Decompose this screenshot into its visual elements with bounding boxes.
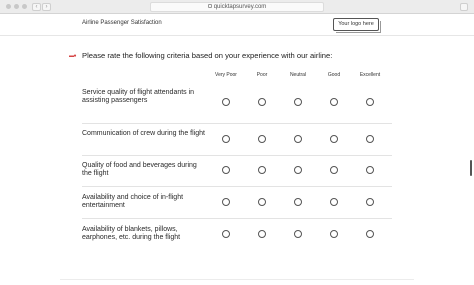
- radio-amenities-excellent[interactable]: [366, 230, 374, 238]
- row-label-attendant-service: Service quality of flight attendants in …: [82, 89, 195, 105]
- browser-toolbar: ‹ › quicktapsurvey.com: [0, 0, 474, 14]
- radio-amenities-poor[interactable]: [258, 230, 266, 238]
- radio-food-quality-poor[interactable]: [258, 166, 266, 174]
- radio-attendant-service-very-poor[interactable]: [222, 98, 230, 106]
- url-text: quicktapsurvey.com: [213, 4, 267, 10]
- column-header-very-poor: Very Poor: [215, 72, 237, 78]
- question-text: Please rate the following criteria based…: [82, 51, 333, 60]
- radio-entertainment-neutral[interactable]: [294, 198, 302, 206]
- radio-crew-communication-neutral[interactable]: [294, 135, 302, 143]
- scrollbar-thumb[interactable]: [470, 160, 472, 176]
- survey-header: Airline Passenger Satisfaction Your logo…: [0, 14, 474, 36]
- question-marker-icon: ▬●: [69, 53, 77, 59]
- column-header-neutral: Neutral: [289, 72, 307, 78]
- radio-attendant-service-poor[interactable]: [258, 98, 266, 106]
- column-header-good: Good: [327, 72, 341, 78]
- address-bar[interactable]: quicktapsurvey.com: [150, 2, 324, 12]
- radio-crew-communication-good[interactable]: [330, 135, 338, 143]
- lock-icon: [207, 4, 212, 9]
- column-header-poor: Poor: [256, 72, 268, 78]
- zoom-window-button[interactable]: [22, 4, 27, 9]
- radio-food-quality-good[interactable]: [330, 166, 338, 174]
- forward-button[interactable]: ›: [42, 3, 51, 11]
- radio-amenities-very-poor[interactable]: [222, 230, 230, 238]
- row-divider: [82, 123, 392, 124]
- radio-food-quality-very-poor[interactable]: [222, 166, 230, 174]
- radio-food-quality-excellent[interactable]: [366, 166, 374, 174]
- radio-food-quality-neutral[interactable]: [294, 166, 302, 174]
- row-label-amenities: Availability of blankets, pillows, earph…: [82, 226, 181, 242]
- minimize-window-button[interactable]: [14, 4, 19, 9]
- back-button[interactable]: ‹: [32, 3, 41, 11]
- row-label-entertainment: Availability and choice of in-flight ent…: [82, 194, 184, 210]
- radio-crew-communication-poor[interactable]: [258, 135, 266, 143]
- row-divider: [82, 155, 392, 156]
- radio-amenities-neutral[interactable]: [294, 230, 302, 238]
- radio-entertainment-good[interactable]: [330, 198, 338, 206]
- footer-divider: [60, 279, 414, 280]
- radio-entertainment-very-poor[interactable]: [222, 198, 230, 206]
- close-window-button[interactable]: [6, 4, 11, 9]
- radio-entertainment-poor[interactable]: [258, 198, 266, 206]
- row-label-food-quality: Quality of food and beverages during the…: [82, 162, 197, 178]
- radio-attendant-service-neutral[interactable]: [294, 98, 302, 106]
- logo-placeholder: Your logo here: [333, 18, 381, 33]
- column-header-excellent: Excellent: [359, 72, 381, 78]
- radio-attendant-service-good[interactable]: [330, 98, 338, 106]
- radio-entertainment-excellent[interactable]: [366, 198, 374, 206]
- survey-title: Airline Passenger Satisfaction: [82, 20, 162, 26]
- radio-attendant-service-excellent[interactable]: [366, 98, 374, 106]
- row-divider: [82, 186, 392, 187]
- row-label-crew-communication: Communication of crew during the flight: [82, 130, 205, 137]
- share-button[interactable]: [460, 3, 468, 11]
- radio-amenities-good[interactable]: [330, 230, 338, 238]
- radio-crew-communication-excellent[interactable]: [366, 135, 374, 143]
- radio-crew-communication-very-poor[interactable]: [222, 135, 230, 143]
- row-divider: [82, 218, 392, 219]
